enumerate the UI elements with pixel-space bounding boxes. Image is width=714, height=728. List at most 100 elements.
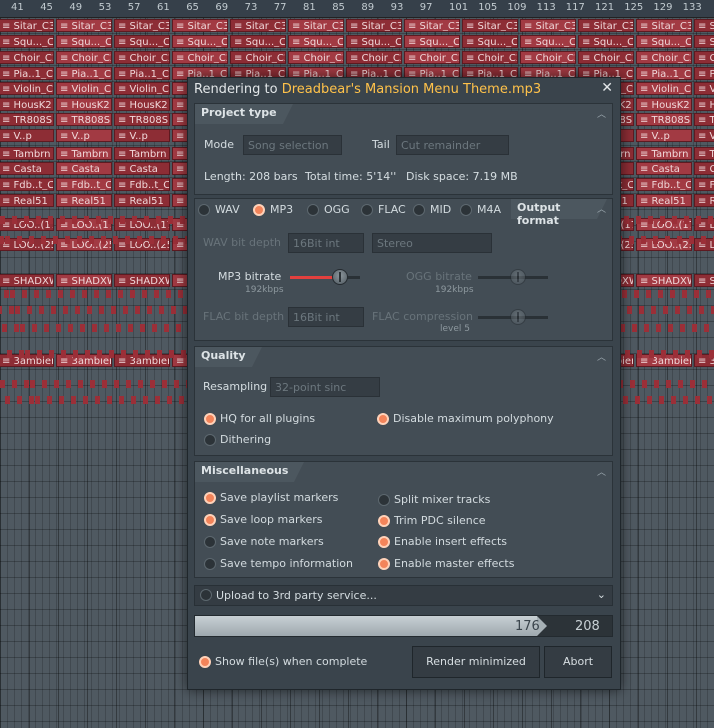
- pattern-clip[interactable]: ≡ Squ..._C3: [462, 35, 518, 48]
- pattern-clip[interactable]: ≡ Choir_C2: [172, 51, 228, 64]
- close-icon[interactable]: ✕: [601, 80, 613, 96]
- pattern-clip[interactable]: ≡ Sitar_C3: [288, 19, 344, 32]
- quality-option-radio[interactable]: [377, 413, 389, 425]
- chevron-down-icon[interactable]: ⌄: [597, 588, 606, 601]
- pattern-clip[interactable]: ≡ HousK2: [114, 98, 170, 111]
- format-label-wav[interactable]: WAV: [215, 203, 240, 216]
- pattern-clip[interactable]: ≡ SHADXWBXR..A KNIGHT: [56, 274, 112, 287]
- show-files-radio[interactable]: [199, 656, 211, 668]
- pattern-clip[interactable]: ≡ HousK2: [56, 98, 112, 111]
- pattern-clip[interactable]: ≡ Choir_C2: [404, 51, 460, 64]
- pattern-clip[interactable]: ≡ V..p: [56, 129, 112, 142]
- misc-option-label[interactable]: Enable insert effects: [394, 535, 507, 548]
- pattern-clip[interactable]: ≡ SHADXWBXR..A KNIGHT: [114, 274, 170, 287]
- format-label-flac[interactable]: FLAC: [378, 203, 406, 216]
- misc-option-label[interactable]: Trim PDC silence: [394, 514, 486, 527]
- pattern-clip[interactable]: ≡ Real51: [0, 194, 54, 207]
- pattern-clip[interactable]: ≡ Real51: [636, 194, 692, 207]
- output-file-name[interactable]: Dreadbear's Mansion Menu Theme.mp3: [282, 82, 541, 97]
- misc-option-label[interactable]: Save tempo information: [220, 557, 353, 570]
- pattern-clip[interactable]: ≡ Sitar_C3: [578, 19, 634, 32]
- format-label-ogg[interactable]: OGG: [324, 203, 350, 216]
- quality-option-radio[interactable]: [204, 413, 216, 425]
- pattern-clip[interactable]: ≡ TR808S: [56, 113, 112, 126]
- pattern-clip[interactable]: ≡ Sitar_C3: [172, 19, 228, 32]
- misc-option-radio[interactable]: [204, 558, 216, 570]
- pattern-clip[interactable]: ≡ Squ..._C3: [404, 35, 460, 48]
- pattern-clip[interactable]: ≡ Sitar_C3: [56, 19, 112, 32]
- pattern-clip[interactable]: ≡ Violin_C1: [56, 82, 112, 95]
- pattern-clip[interactable]: ≡ TR808S: [114, 113, 170, 126]
- pattern-clip[interactable]: ≡ Fdb..t_C2: [0, 178, 54, 191]
- pattern-clip[interactable]: ≡ HousK2: [0, 98, 54, 111]
- pattern-clip[interactable]: ≡ SHADXWBXR..A KNIGHT: [0, 274, 54, 287]
- misc-option-radio[interactable]: [378, 536, 390, 548]
- resampling-select[interactable]: 32-point sinc: [270, 377, 380, 397]
- pattern-clip[interactable]: ≡ Choir_C2: [520, 51, 576, 64]
- pattern-clip[interactable]: ≡ Pia..1_C1: [56, 67, 112, 80]
- pattern-clip[interactable]: ≡ Squ..._C3: [56, 35, 112, 48]
- upload-radio[interactable]: [200, 589, 212, 601]
- render-minimized-button[interactable]: Render minimized: [412, 646, 540, 678]
- misc-option-label[interactable]: Enable master effects: [394, 557, 514, 570]
- pattern-clip[interactable]: ≡ Fdb..t_C2: [694, 178, 714, 191]
- pattern-clip[interactable]: ≡ SHADXWBXR..A KNIGHT: [636, 274, 692, 287]
- pattern-clip[interactable]: ≡ Tambrn: [636, 147, 692, 160]
- pattern-clip[interactable]: ≡ Pia..1_C1: [0, 67, 54, 80]
- pattern-clip[interactable]: ≡ Squ..._C3: [114, 35, 170, 48]
- pattern-clip[interactable]: ≡ Tambrn: [694, 147, 714, 160]
- pattern-clip[interactable]: ≡ Sitar_C3: [230, 19, 286, 32]
- pattern-clip[interactable]: ≡ SHADXWBXR..A KNIGHT: [694, 274, 714, 287]
- pattern-clip[interactable]: ≡ Casta: [694, 162, 714, 175]
- tail-select[interactable]: Cut remainder: [396, 135, 509, 155]
- pattern-clip[interactable]: ≡ TR808S: [0, 113, 54, 126]
- pattern-clip[interactable]: ≡ Choir_C2: [114, 51, 170, 64]
- pattern-clip[interactable]: ≡ Real51: [56, 194, 112, 207]
- pattern-clip[interactable]: ≡ Choir_C2: [0, 51, 54, 64]
- misc-option-label[interactable]: Split mixer tracks: [394, 493, 490, 506]
- misc-option-radio[interactable]: [378, 515, 390, 527]
- pattern-clip[interactable]: ≡ Squ..._C3: [636, 35, 692, 48]
- pattern-clip[interactable]: ≡ Sitar_C3: [346, 19, 402, 32]
- collapse-icon[interactable]: ︿: [597, 107, 606, 120]
- pattern-clip[interactable]: ≡ TR808S: [694, 113, 714, 126]
- misc-option-label[interactable]: Save playlist markers: [220, 491, 338, 504]
- upload-section[interactable]: Upload to 3rd party service... ⌄: [194, 585, 613, 606]
- pattern-clip[interactable]: ≡ Violin_C1: [114, 82, 170, 95]
- quality-option-label[interactable]: Dithering: [220, 433, 271, 446]
- pattern-clip[interactable]: ≡ Squ..._C3: [172, 35, 228, 48]
- quality-option-label[interactable]: HQ for all plugins: [220, 412, 315, 425]
- format-radio-wav[interactable]: [198, 204, 210, 216]
- format-label-mid[interactable]: MID: [430, 203, 451, 216]
- pattern-clip[interactable]: ≡ Sitar_C3: [694, 19, 714, 32]
- pattern-clip[interactable]: ≡ Choir_C2: [636, 51, 692, 64]
- format-radio-mp3[interactable]: [253, 204, 265, 216]
- pattern-clip[interactable]: ≡ Fdb..t_C2: [636, 178, 692, 191]
- pattern-clip[interactable]: ≡ Sitar_C3: [462, 19, 518, 32]
- collapse-icon[interactable]: ︿: [597, 350, 606, 363]
- pattern-clip[interactable]: ≡ Violin_C1: [636, 82, 692, 95]
- timeline-ruler[interactable]: 41 45 49 53 57 61 65 69 73 77 81 85 89 93 97 101 105 109 1…: [0, 0, 714, 18]
- pattern-clip[interactable]: ≡ Squ..._C3: [0, 35, 54, 48]
- pattern-clip[interactable]: ≡ Choir_C2: [462, 51, 518, 64]
- format-radio-mid[interactable]: [413, 204, 425, 216]
- quality-option-label[interactable]: Disable maximum polyphony: [393, 412, 554, 425]
- pattern-clip[interactable]: ≡ Casta: [56, 162, 112, 175]
- show-files-label[interactable]: Show file(s) when complete: [215, 655, 367, 668]
- pattern-clip[interactable]: ≡ HousK2: [694, 98, 714, 111]
- pattern-clip[interactable]: ≡ Sitar_C3: [404, 19, 460, 32]
- pattern-clip[interactable]: ≡ Squ..._C3: [694, 35, 714, 48]
- misc-option-label[interactable]: Save note markers: [220, 535, 324, 548]
- pattern-clip[interactable]: ≡ V..p: [0, 129, 54, 142]
- pattern-clip[interactable]: ≡ Casta: [0, 162, 54, 175]
- pattern-clip[interactable]: ≡ Tambrn: [114, 147, 170, 160]
- collapse-icon[interactable]: ︿: [597, 202, 606, 215]
- abort-button[interactable]: Abort: [544, 646, 612, 678]
- pattern-clip[interactable]: ≡ HousK2: [636, 98, 692, 111]
- pattern-clip[interactable]: ≡ Pia..1_C1: [114, 67, 170, 80]
- collapse-icon[interactable]: ︿: [597, 465, 606, 478]
- pattern-clip[interactable]: ≡ Real51: [114, 194, 170, 207]
- pattern-clip[interactable]: ≡ Tambrn: [0, 147, 54, 160]
- misc-option-radio[interactable]: [204, 536, 216, 548]
- pattern-clip[interactable]: ≡ Squ..._C3: [230, 35, 286, 48]
